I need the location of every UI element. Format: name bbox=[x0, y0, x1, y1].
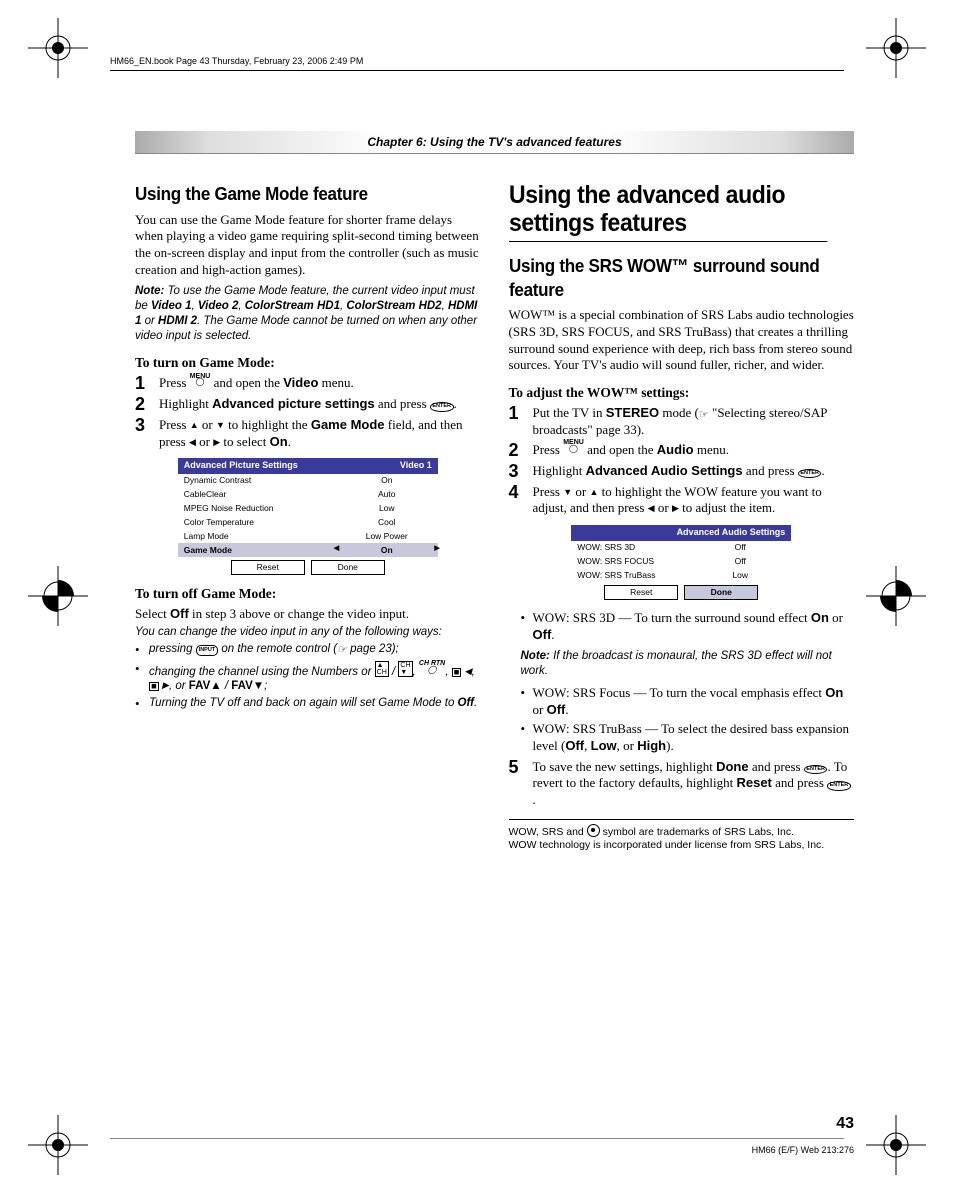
off-paragraph: Select Off in step 3 above or change the… bbox=[135, 606, 481, 623]
menu-button-icon: MENU bbox=[563, 440, 584, 452]
pdf-header-meta: HM66_EN.book Page 43 Thursday, February … bbox=[110, 56, 363, 66]
step-number: 3 bbox=[135, 416, 159, 434]
step-number: 4 bbox=[509, 483, 533, 501]
up-arrow-icon: ▲ bbox=[190, 420, 199, 430]
step-body: Press MENU and open the Video menu. bbox=[159, 375, 481, 392]
chrtn-button-icon: CH RTN bbox=[419, 661, 445, 673]
note-video-inputs: Note: To use the Game Mode feature, the … bbox=[135, 284, 481, 344]
step-body: Press MENU and open the Audio menu. bbox=[533, 442, 855, 459]
note-monaural: Note: If the broadcast is monaural, the … bbox=[521, 649, 855, 679]
footnote-rule bbox=[509, 819, 855, 820]
crop-mark-icon bbox=[28, 1115, 88, 1175]
step-body: Highlight Advanced picture settings and … bbox=[159, 396, 481, 413]
heading-advanced-audio: Using the advanced audio settings featur… bbox=[509, 182, 827, 242]
subhead-turn-off: To turn off Game Mode: bbox=[135, 585, 481, 602]
box-prev-icon: ◼ bbox=[452, 668, 462, 677]
step-number: 1 bbox=[509, 404, 533, 422]
trademark-footnote: WOW, SRS and symbol are trademarks of SR… bbox=[509, 824, 855, 852]
crop-mark-icon bbox=[866, 566, 926, 626]
crop-mark-icon bbox=[866, 18, 926, 78]
step-number: 2 bbox=[135, 395, 159, 413]
osd-reset-button: Reset bbox=[231, 560, 305, 575]
bullet-item: WOW: SRS Focus — To turn the vocal empha… bbox=[533, 685, 855, 718]
wow-paragraph: WOW™ is a special combination of SRS Lab… bbox=[509, 307, 855, 374]
step-number: 2 bbox=[509, 441, 533, 459]
page-number: 43 bbox=[836, 1115, 854, 1133]
osd-reset-button: Reset bbox=[604, 585, 678, 600]
enter-button-icon: ENTER bbox=[804, 765, 828, 775]
osd-done-button: Done bbox=[311, 560, 385, 575]
chapter-title-band: Chapter 6: Using the TV's advanced featu… bbox=[135, 131, 854, 154]
footer-code: HM66 (E/F) Web 213:276 bbox=[752, 1145, 854, 1155]
enter-button-icon: ENTER bbox=[430, 402, 454, 412]
header-rule bbox=[110, 70, 844, 71]
right-column: Using the advanced audio settings featur… bbox=[509, 182, 855, 852]
step-body: To save the new settings, highlight Done… bbox=[533, 759, 855, 809]
footer-rule bbox=[110, 1138, 844, 1139]
off-hint: You can change the video input in any of… bbox=[135, 625, 481, 640]
bullet-item: pressing INPUT on the remote control (☞ … bbox=[149, 642, 481, 659]
down-arrow-icon: ▼ bbox=[216, 420, 225, 430]
step-body: Put the TV in STEREO mode (☞ "Selecting … bbox=[533, 405, 855, 439]
bullet-item: WOW: SRS TruBass — To select the desired… bbox=[533, 721, 855, 754]
step-body: Highlight Advanced Audio Settings and pr… bbox=[533, 463, 855, 480]
crop-mark-icon bbox=[28, 566, 88, 626]
ch-up-icon: ▲CH bbox=[375, 661, 389, 677]
subhead-turn-on: To turn on Game Mode: bbox=[135, 354, 481, 371]
osd-advanced-picture: Advanced Picture SettingsVideo 1 Dynamic… bbox=[178, 458, 438, 575]
left-arrow-icon: ◀ bbox=[189, 437, 196, 447]
step-body: Press ▲ or ▼ to highlight the Game Mode … bbox=[159, 417, 481, 450]
page-ref-icon: ☞ bbox=[337, 644, 347, 656]
osd-advanced-audio: Advanced Audio Settings WOW: SRS 3DOff W… bbox=[571, 525, 791, 600]
left-arrow-icon: ◀ bbox=[648, 503, 655, 513]
enter-button-icon: ENTER bbox=[827, 781, 851, 791]
left-column: Using the Game Mode feature You can use … bbox=[135, 182, 481, 852]
heading-game-mode: Using the Game Mode feature bbox=[135, 182, 453, 206]
right-arrow-icon: ▶ bbox=[672, 503, 679, 513]
subhead-adjust-wow: To adjust the WOW™ settings: bbox=[509, 384, 855, 401]
srs-logo-icon bbox=[587, 824, 600, 837]
bullet-item: Turning the TV off and back on again wil… bbox=[149, 696, 481, 713]
bullet-item: changing the channel using the Numbers o… bbox=[149, 661, 481, 695]
step-number: 5 bbox=[509, 758, 533, 776]
bullet-item: WOW: SRS 3D — To turn the surround sound… bbox=[533, 610, 855, 643]
ch-down-icon: CH▼ bbox=[398, 661, 412, 677]
menu-button-icon: MENU bbox=[190, 374, 211, 386]
crop-mark-icon bbox=[28, 18, 88, 78]
step-number: 3 bbox=[509, 462, 533, 480]
box-next-icon: ◼ bbox=[149, 682, 159, 691]
intro-paragraph: You can use the Game Mode feature for sh… bbox=[135, 212, 481, 279]
heading-srs-wow: Using the SRS WOW™ surround sound featur… bbox=[509, 254, 827, 301]
step-number: 1 bbox=[135, 374, 159, 392]
osd-done-button: Done bbox=[684, 585, 758, 600]
crop-mark-icon bbox=[866, 1115, 926, 1175]
input-button-icon: INPUT bbox=[196, 645, 219, 655]
step-body: Press ▼ or ▲ to highlight the WOW featur… bbox=[533, 484, 855, 517]
page-ref-icon: ☞ bbox=[699, 409, 709, 421]
down-arrow-icon: ▼ bbox=[563, 487, 572, 497]
enter-button-icon: ENTER bbox=[798, 469, 822, 479]
